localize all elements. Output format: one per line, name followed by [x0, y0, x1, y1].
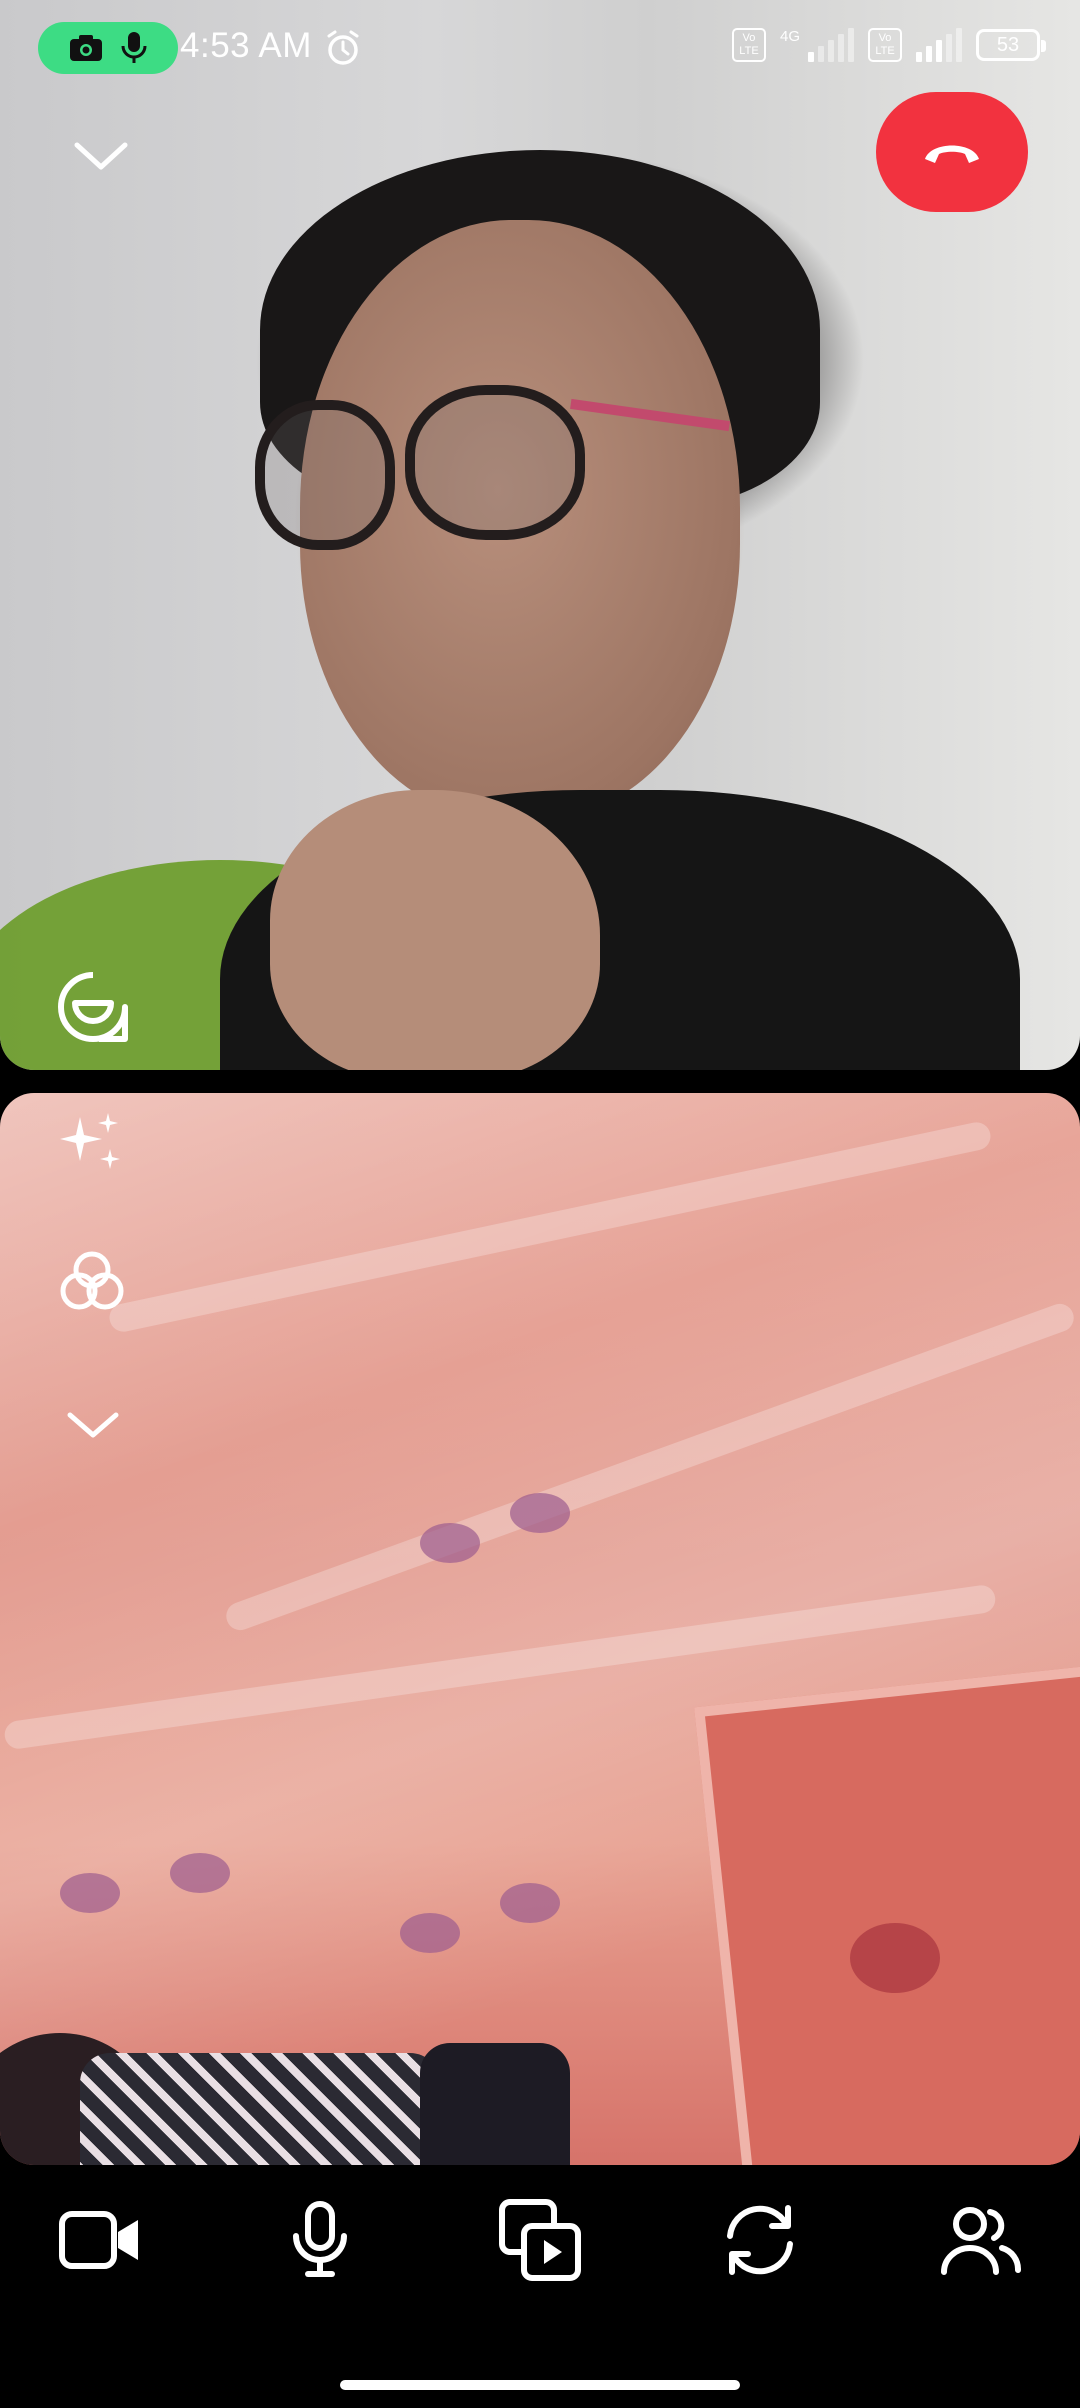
share-media-button[interactable]: [490, 2190, 590, 2290]
local-video-tile[interactable]: [0, 1093, 1080, 2165]
volte-icon: Vo LTE: [731, 28, 766, 62]
volte-icon-2: Vo LTE: [868, 28, 902, 62]
video-camera-button[interactable]: [50, 2190, 150, 2290]
network-type: 4G: [779, 28, 800, 45]
battery-level: 53: [996, 33, 1020, 56]
video-camera-icon: [59, 2211, 138, 2269]
status-bar: 4:53 AM Vo LTE 4G Vo LTE 53: [0, 0, 1080, 100]
battery-icon: 53: [976, 29, 1046, 61]
home-indicator[interactable]: [340, 2380, 740, 2390]
alarm-icon: [325, 30, 361, 71]
signal-icon-2: [916, 28, 962, 62]
call-controls-bar: [0, 2180, 1080, 2330]
camera-in-use-icon: [70, 35, 102, 61]
end-call-button[interactable]: [876, 92, 1028, 212]
collapse-chevron-icon[interactable]: [66, 130, 136, 180]
chevron-down-icon[interactable]: [58, 1399, 128, 1449]
status-right-group: Vo LTE 4G Vo LTE 53: [731, 28, 1046, 62]
status-time: 4:53 AM: [180, 26, 312, 65]
participants-button[interactable]: [930, 2190, 1030, 2290]
filters-icon[interactable]: [54, 1243, 130, 1319]
mic-in-use-icon: [121, 32, 147, 63]
effects-sparkle-icon[interactable]: [56, 1107, 128, 1179]
flip-camera-icon: [727, 2205, 793, 2275]
people-icon: [941, 2207, 1021, 2275]
media-share-icon: [499, 2199, 581, 2281]
hang-up-icon: [925, 145, 979, 163]
signal-icon: [808, 28, 854, 62]
flip-camera-button[interactable]: [710, 2190, 810, 2290]
microphone-button[interactable]: [270, 2190, 370, 2290]
lens-face-icon[interactable]: [52, 966, 134, 1048]
microphone-icon: [293, 2201, 347, 2277]
privacy-indicator: [38, 22, 178, 74]
